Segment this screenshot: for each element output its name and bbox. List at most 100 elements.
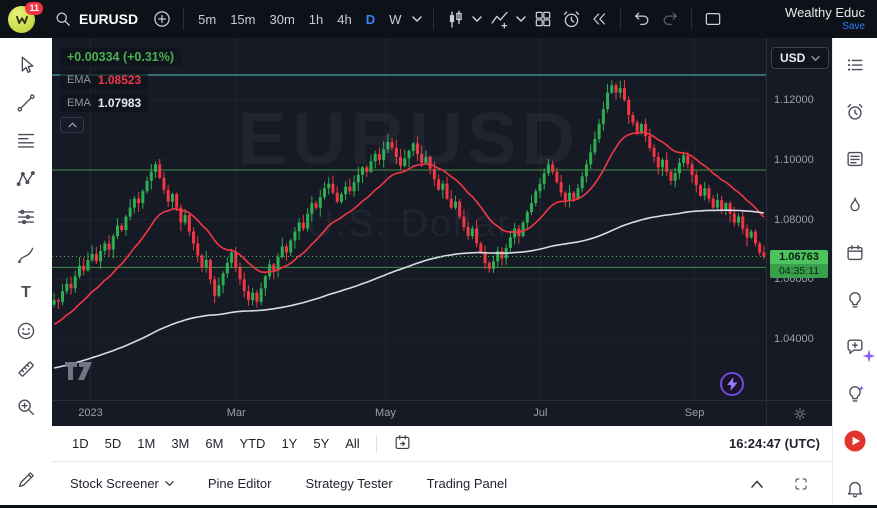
replay-rewind-icon: [589, 9, 609, 29]
chevron-down-icon: [165, 480, 174, 487]
text-tool-button[interactable]: T: [11, 278, 41, 308]
trading-app-window: 11 EURUSD 5m 15m 30m 1h 4h D W: [0, 0, 877, 508]
indicators-menu-button[interactable]: [513, 5, 529, 33]
price-change-row: +0.00334 (+0.31%): [60, 48, 181, 66]
chart-style-menu-button[interactable]: [469, 5, 485, 33]
price-axis-label: 1.10000: [774, 154, 814, 166]
range-5Y[interactable]: 5Y: [306, 433, 336, 454]
brush-tool-button[interactable]: [11, 240, 41, 270]
notifications-button[interactable]: [840, 473, 870, 503]
time-axis-label: May: [375, 407, 396, 419]
fib-retracement-icon: [15, 130, 37, 152]
tab-stock-screener[interactable]: Stock Screener: [70, 476, 174, 491]
timeframe-15m[interactable]: 15m: [223, 8, 262, 31]
live-play-icon: [843, 429, 867, 453]
alarm-clock-icon: [844, 101, 866, 123]
range-1Y[interactable]: 1Y: [274, 433, 304, 454]
timeframe-4h[interactable]: 4h: [330, 8, 358, 31]
alerts-button[interactable]: [840, 97, 870, 127]
currency-selector[interactable]: USD: [771, 47, 829, 69]
chart-settings-button[interactable]: [766, 400, 832, 426]
price-axis[interactable]: USD 1.12000 1.10000 1.08000 1.06000 1.04…: [766, 38, 832, 400]
news-button[interactable]: [840, 144, 870, 174]
legend-collapse-button[interactable]: [60, 117, 84, 133]
ema-1-value: 1.08523: [98, 73, 141, 87]
undo-arrow-icon: [632, 9, 652, 29]
timeframe-menu-button[interactable]: [408, 5, 426, 33]
idea-lamp-icon: [844, 383, 866, 405]
timeframe-W[interactable]: W: [382, 8, 408, 31]
fib-retracement-tool-button[interactable]: [11, 126, 41, 156]
chevron-down-icon: [472, 15, 482, 23]
layout-name[interactable]: Wealthy Educ: [785, 5, 865, 21]
tab-pine-editor[interactable]: Pine Editor: [208, 476, 272, 491]
gear-icon: [792, 406, 808, 422]
timeframe-D[interactable]: D: [359, 8, 382, 31]
watchlist-button[interactable]: [840, 50, 870, 80]
timeframe-5m[interactable]: 5m: [191, 8, 223, 31]
boost-button[interactable]: [720, 372, 744, 396]
add-symbol-button[interactable]: [148, 5, 176, 33]
zoom-in-tool-button[interactable]: [11, 392, 41, 422]
utc-clock[interactable]: 16:24:47 (UTC): [729, 436, 820, 451]
bar-replay-button[interactable]: [585, 5, 613, 33]
app-logo[interactable]: 11: [8, 6, 35, 33]
time-axis[interactable]: 2023 Mar May Jul Sep: [52, 400, 766, 426]
indicators-button[interactable]: [485, 5, 513, 33]
layout-grid-button[interactable]: [529, 5, 557, 33]
layout-block: Wealthy Educ Save: [785, 5, 867, 34]
tab-strategy-tester[interactable]: Strategy Tester: [305, 476, 392, 491]
chart-plot[interactable]: EURUSD U.S. Dollar +0.00334 (+0.31%) EMA…: [52, 38, 766, 400]
ruler-icon: [15, 358, 37, 380]
tradingview-logo[interactable]: [64, 361, 94, 386]
emoji-tool-button[interactable]: [11, 316, 41, 346]
range-6M[interactable]: 6M: [198, 433, 230, 454]
range-3M[interactable]: 3M: [164, 433, 196, 454]
hotlists-button[interactable]: [840, 191, 870, 221]
grid-layout-icon: [533, 9, 553, 29]
price-change-value: +0.00334 (+0.31%): [67, 50, 174, 64]
maximize-icon: [793, 476, 809, 492]
range-5D[interactable]: 5D: [98, 433, 129, 454]
edit-drawings-button[interactable]: [11, 465, 41, 495]
tab-trading-panel[interactable]: Trading Panel: [427, 476, 507, 491]
xabcd-pattern-tool-button[interactable]: [11, 164, 41, 194]
panel-expand-button[interactable]: [744, 471, 770, 497]
ai-assistant-button[interactable]: [840, 379, 870, 409]
create-alert-button[interactable]: [557, 5, 585, 33]
position-tool-button[interactable]: [11, 202, 41, 232]
redo-button[interactable]: [656, 5, 684, 33]
undo-button[interactable]: [628, 5, 656, 33]
range-YTD[interactable]: YTD: [232, 433, 272, 454]
toolbar-separator: [183, 8, 184, 30]
trend-line-tool-button[interactable]: [11, 88, 41, 118]
cursor-tool-button[interactable]: [11, 50, 41, 80]
candlestick-icon: [445, 9, 466, 30]
measure-tool-button[interactable]: [11, 354, 41, 384]
timeframe-1h[interactable]: 1h: [302, 8, 330, 31]
go-to-date-button[interactable]: [386, 430, 419, 458]
save-layout-panel-button[interactable]: [699, 5, 727, 33]
calendar-button[interactable]: [840, 238, 870, 268]
live-stream-button[interactable]: [840, 426, 870, 456]
toolbar-separator: [691, 8, 692, 30]
range-1M[interactable]: 1M: [130, 433, 162, 454]
panel-maximize-button[interactable]: [788, 471, 814, 497]
range-1D[interactable]: 1D: [65, 433, 96, 454]
ema-2-row[interactable]: EMA 1.07983: [60, 94, 148, 112]
symbol-search-button[interactable]: [49, 5, 77, 33]
range-All[interactable]: All: [338, 433, 366, 454]
chart-style-button[interactable]: [441, 5, 469, 33]
last-price-value: 1.06763: [770, 250, 828, 264]
news-icon: [844, 148, 866, 170]
symbol-name[interactable]: EURUSD: [77, 11, 148, 27]
chevron-up-icon: [750, 479, 764, 489]
chart-area: EURUSD U.S. Dollar +0.00334 (+0.31%) EMA…: [52, 38, 832, 426]
save-layout-link[interactable]: Save: [842, 21, 865, 34]
timeframe-30m[interactable]: 30m: [262, 8, 301, 31]
bottom-panel-bar: Stock Screener Pine Editor Strategy Test…: [52, 462, 832, 505]
search-icon: [53, 9, 73, 29]
ema-1-row[interactable]: EMA 1.08523: [60, 71, 148, 89]
chat-button[interactable]: [840, 332, 870, 362]
ideas-button[interactable]: [840, 285, 870, 315]
